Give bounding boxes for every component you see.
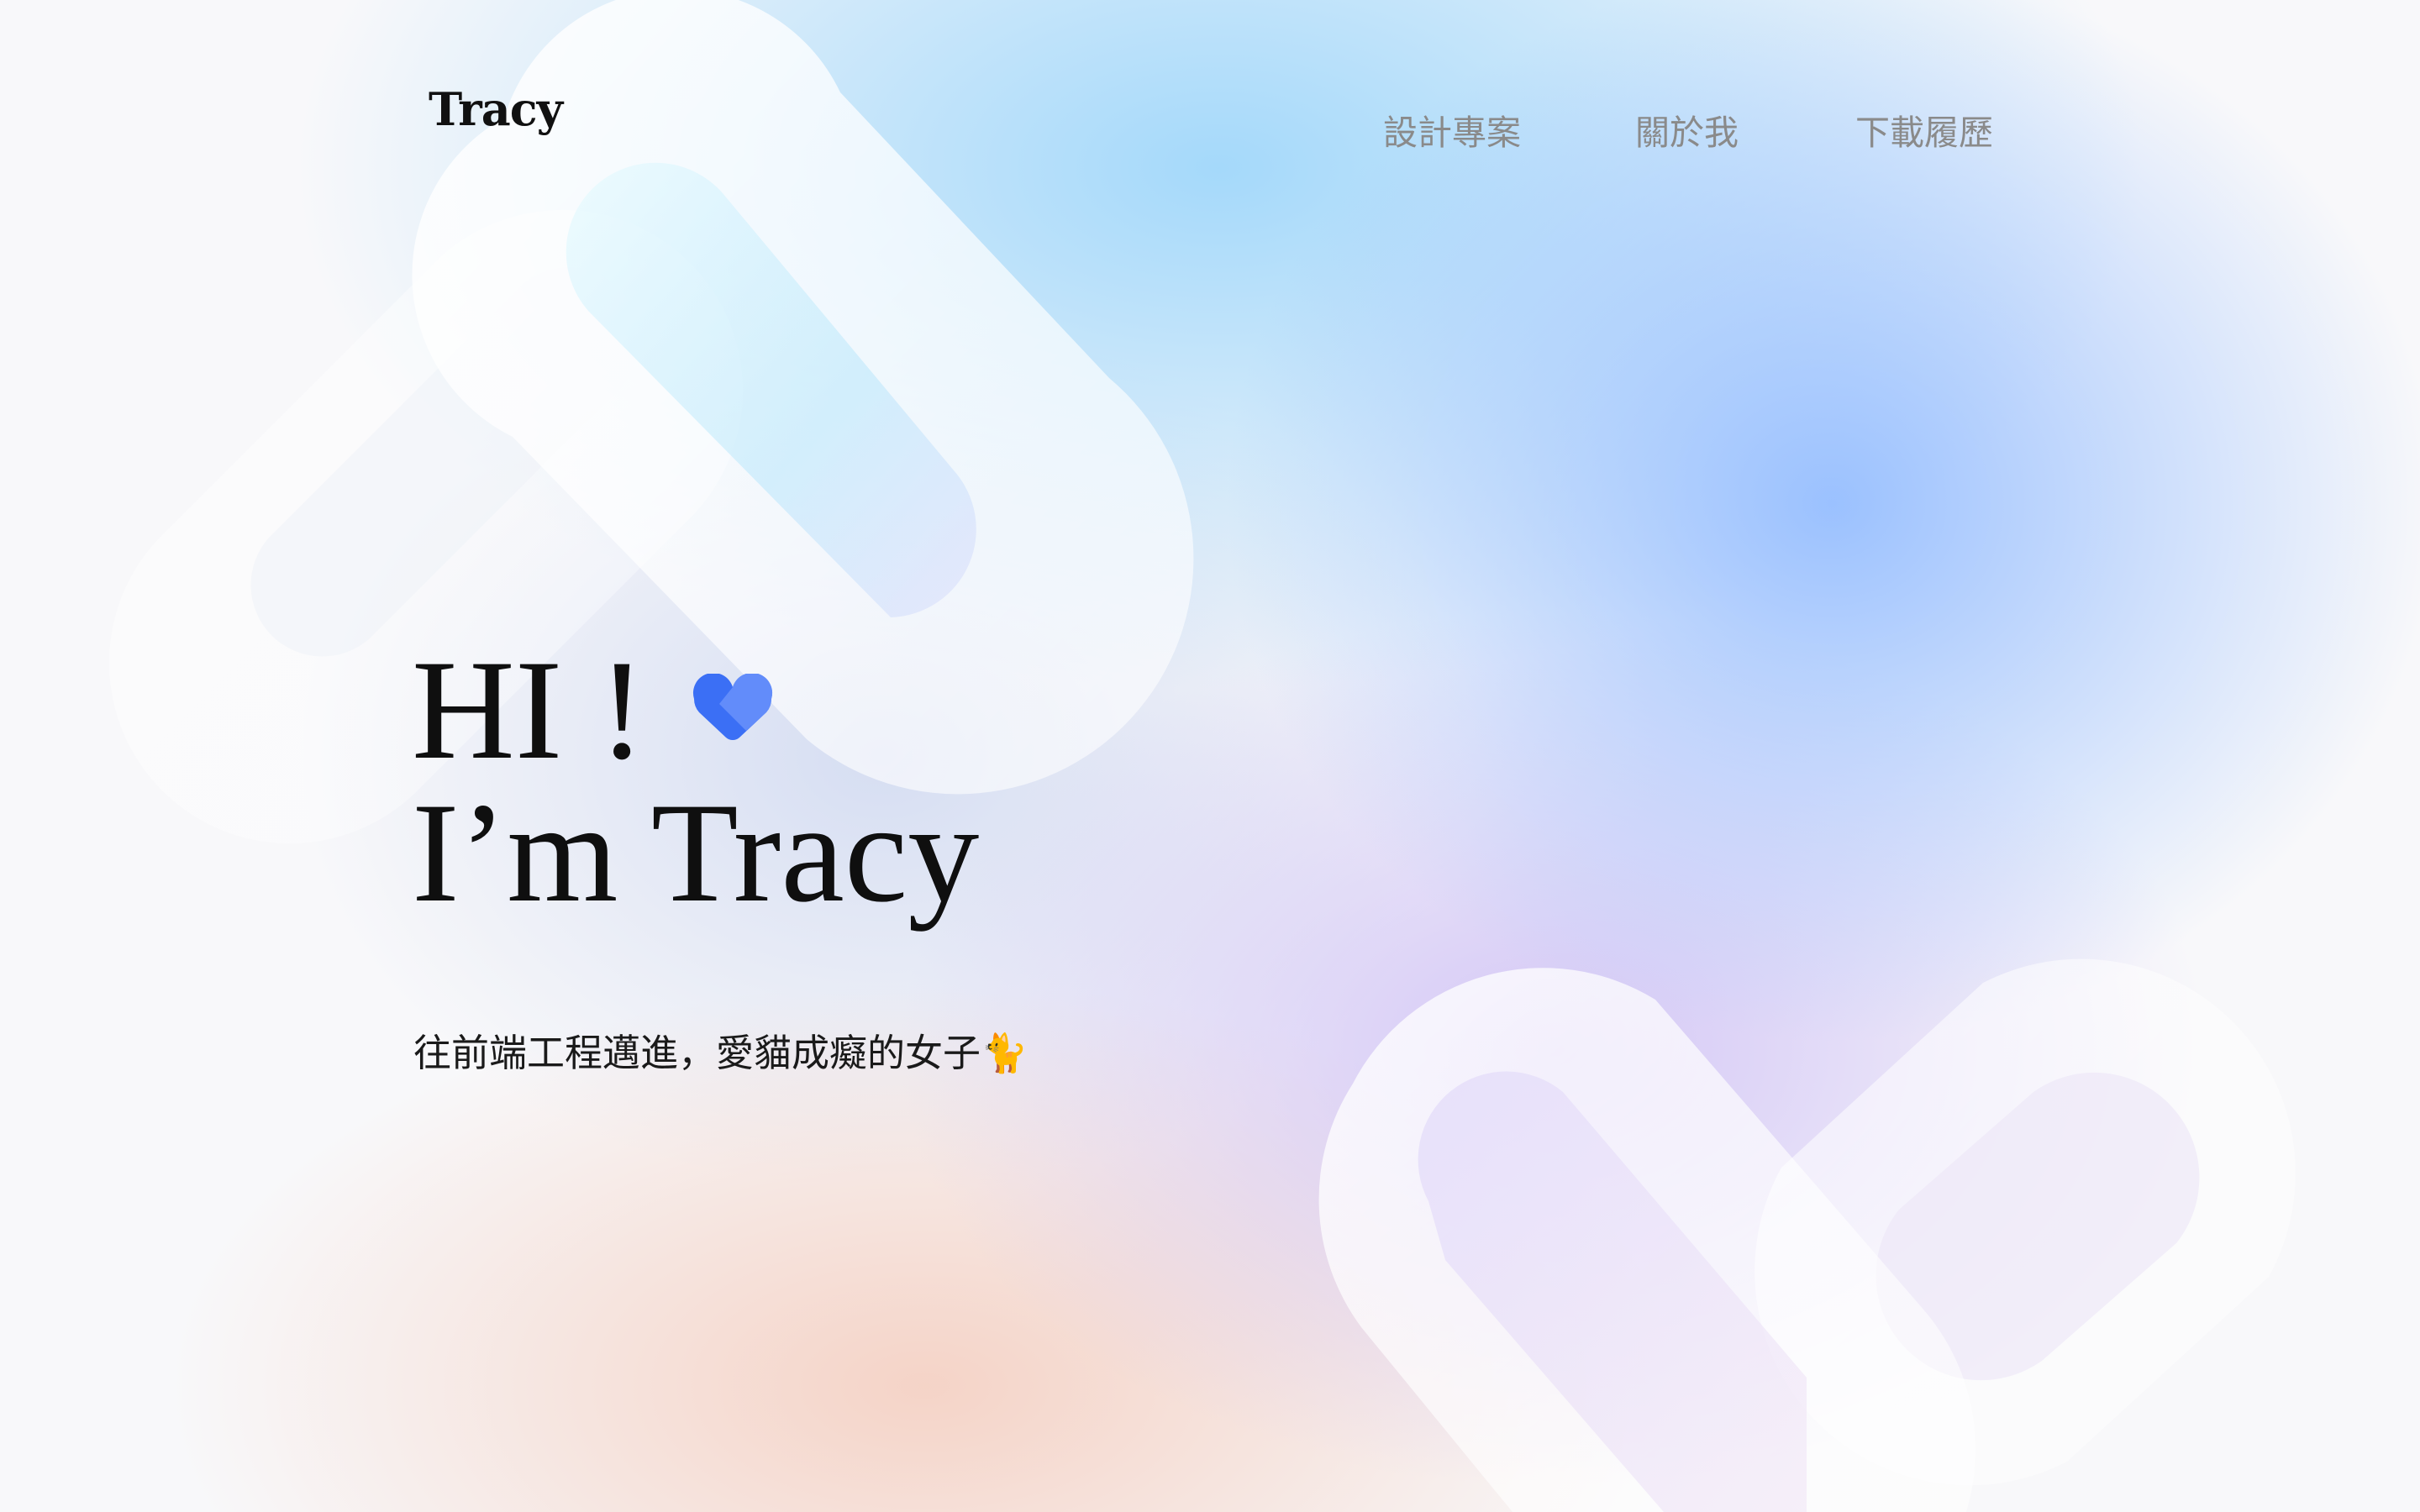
- nav-item-download-resume[interactable]: 下載履歷: [1855, 104, 1993, 155]
- hero-greeting-text: HI !: [412, 631, 646, 789]
- hero-greeting: HI !: [412, 638, 979, 781]
- top-navigation: Tracy 設計專案 關於我 下載履歷: [0, 0, 2420, 185]
- hero-section: HI ! I’m Tracy: [412, 638, 979, 924]
- nav-item-about-me[interactable]: 關於我: [1635, 104, 1739, 155]
- decorative-shapes: [108, 0, 2296, 1512]
- hero-subtitle: 往前端工程邁進，愛貓成癡的女子🐈: [413, 1031, 1028, 1075]
- site-logo[interactable]: Tracy: [429, 82, 563, 136]
- nav-item-design-projects[interactable]: 設計專案: [1383, 104, 1521, 155]
- background: [0, 0, 2420, 1512]
- hero-name: I’m Tracy: [412, 774, 980, 932]
- heart-icon: [692, 674, 773, 740]
